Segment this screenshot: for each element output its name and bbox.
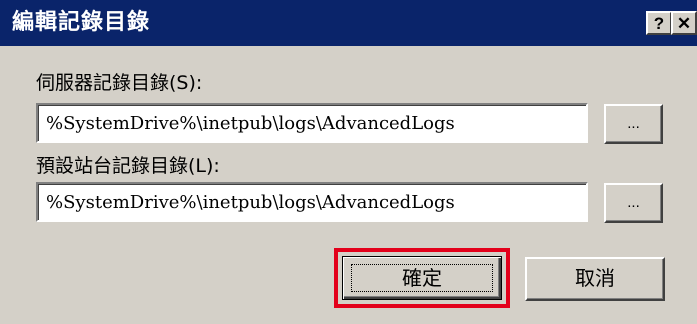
server-log-directory-browse-button[interactable]: ... [604,104,663,144]
server-log-directory-label: 伺服器記錄目錄(S): [36,72,203,94]
default-site-log-directory-label: 預設站台記錄目錄(L): [36,155,220,177]
ok-button-label: 確定 [351,264,493,292]
close-button[interactable]: ✕ [671,11,697,35]
window-title: 編輯記錄目錄 [12,10,151,35]
server-log-directory-input[interactable] [36,103,588,143]
cancel-button[interactable]: 取消 [525,257,665,301]
title-bar[interactable]: 編輯記錄目錄 ? ✕ [0,0,697,46]
default-site-log-directory-browse-button[interactable]: ... [604,183,663,223]
ok-button[interactable]: 確定 [342,256,502,300]
edit-log-directory-dialog: 編輯記錄目錄 ? ✕ 伺服器記錄目錄(S): ... 預設站台記錄目錄(L): … [0,0,697,324]
default-site-log-directory-input[interactable] [36,182,588,222]
help-button[interactable]: ? [646,11,672,35]
